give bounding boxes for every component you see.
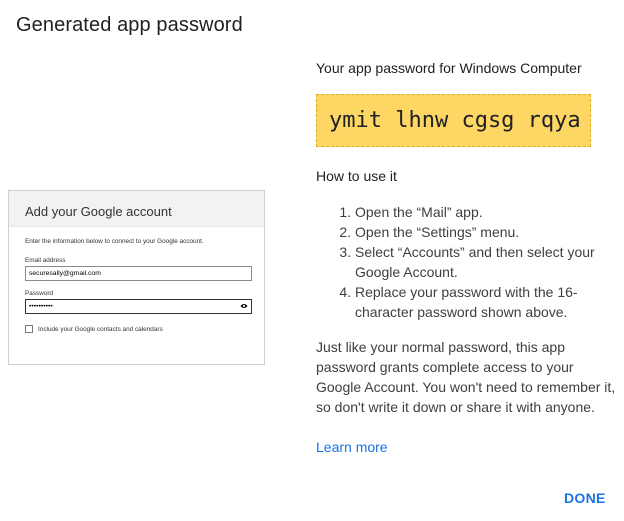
preview-email-label: Email address (25, 257, 66, 264)
dialog-title: Generated app password (16, 14, 243, 36)
howto-heading: How to use it (316, 168, 397, 184)
step-item: Select “Accounts” and then select your G… (355, 242, 611, 282)
learn-more-link[interactable]: Learn more (316, 437, 388, 457)
preview-password-value: •••••••••• (29, 303, 53, 310)
preview-email-value: securesally@gmail.com (29, 270, 101, 277)
password-heading: Your app password for Windows Computer (316, 60, 582, 76)
step-item: Open the “Settings” menu. (355, 222, 611, 242)
steps-list: Open the “Mail” app. Open the “Settings”… (316, 202, 611, 322)
preview-checkbox-label: Include your Google contacts and calenda… (38, 325, 163, 333)
preview-password-field: •••••••••• (25, 299, 252, 314)
done-button[interactable]: DONE (564, 490, 606, 506)
preview-body: Enter the information below to connect t… (9, 227, 264, 333)
step-item: Open the “Mail” app. (355, 202, 611, 222)
app-password-box[interactable]: ymit lhnw cgsg rqya (316, 94, 591, 147)
preview-header: Add your Google account (9, 191, 264, 227)
add-account-preview: Add your Google account Enter the inform… (8, 190, 265, 365)
preview-checkbox-row: Include your Google contacts and calenda… (25, 325, 252, 333)
eye-icon (240, 304, 248, 308)
step-item: Replace your password with the 16-charac… (355, 282, 611, 322)
security-paragraph: Just like your normal password, this app… (316, 339, 616, 415)
preview-email-field: securesally@gmail.com (25, 266, 252, 281)
preview-checkbox (25, 325, 33, 333)
preview-intro-text: Enter the information below to connect t… (25, 238, 204, 245)
preview-password-label: Password (25, 290, 54, 297)
